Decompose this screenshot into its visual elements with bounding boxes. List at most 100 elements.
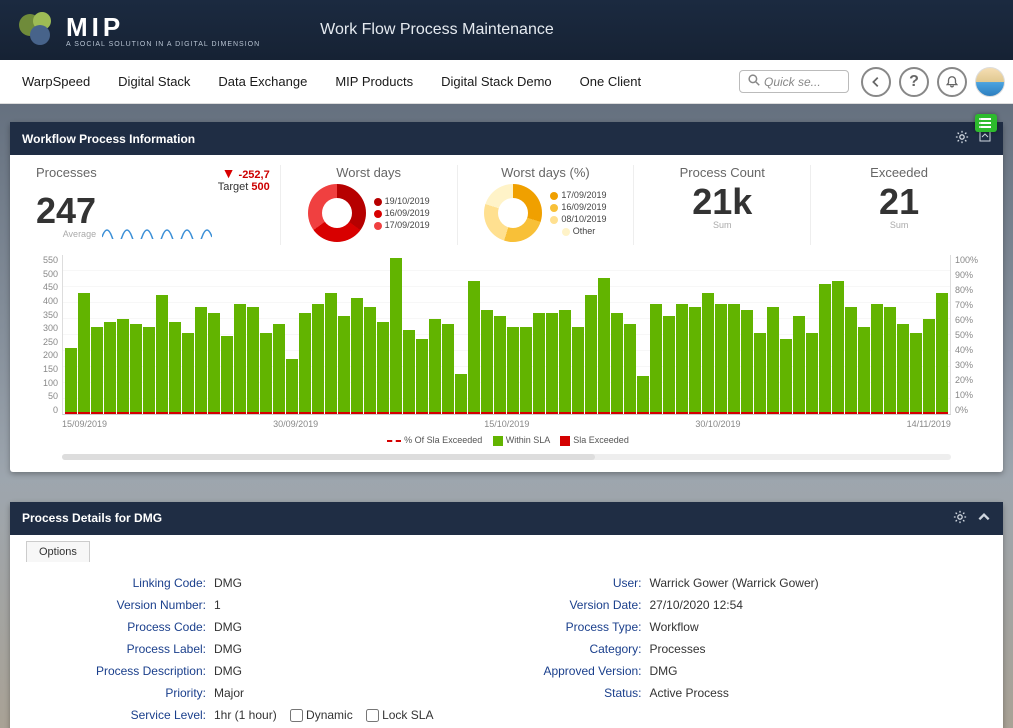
nav-link[interactable]: WarpSpeed xyxy=(8,62,104,101)
bar[interactable] xyxy=(91,327,103,414)
ytick: 70% xyxy=(955,300,987,310)
avatar[interactable] xyxy=(975,67,1005,97)
bar[interactable] xyxy=(533,313,545,414)
bar[interactable] xyxy=(624,324,636,414)
bar[interactable] xyxy=(234,304,246,414)
bar[interactable] xyxy=(364,307,376,414)
bar[interactable] xyxy=(143,327,155,414)
bar[interactable] xyxy=(494,316,506,414)
bar[interactable] xyxy=(910,333,922,414)
bar[interactable] xyxy=(156,295,168,414)
bar[interactable] xyxy=(481,310,493,414)
notifications-button[interactable] xyxy=(937,67,967,97)
bar[interactable] xyxy=(728,304,740,414)
bar[interactable] xyxy=(468,281,480,414)
bar[interactable] xyxy=(195,307,207,414)
nav-link[interactable]: MIP Products xyxy=(321,62,427,101)
bar[interactable] xyxy=(260,333,272,414)
nav-link[interactable]: One Client xyxy=(566,62,655,101)
bar[interactable] xyxy=(611,313,623,414)
bar[interactable] xyxy=(754,333,766,414)
bar[interactable] xyxy=(65,348,77,414)
collapse-icon[interactable] xyxy=(977,510,991,527)
bar[interactable] xyxy=(806,333,818,414)
kpi-processes-value: 247 xyxy=(36,193,96,229)
bar[interactable] xyxy=(78,293,90,414)
dynamic-checkbox[interactable] xyxy=(290,709,303,722)
bar[interactable] xyxy=(897,324,909,414)
nav-link[interactable]: Data Exchange xyxy=(204,62,321,101)
bar[interactable] xyxy=(377,322,389,415)
bar[interactable] xyxy=(780,339,792,414)
lbl-user: User: xyxy=(522,576,642,590)
bar[interactable] xyxy=(663,316,675,414)
bar[interactable] xyxy=(923,319,935,414)
kpi-process-count: Process Count 21k Sum xyxy=(634,165,811,245)
bar[interactable] xyxy=(858,327,870,414)
panel-list-toggle[interactable] xyxy=(975,114,997,132)
bar[interactable] xyxy=(338,316,350,414)
search-input[interactable]: Quick se... xyxy=(739,70,849,93)
bar[interactable] xyxy=(169,322,181,415)
ytick: 400 xyxy=(26,296,58,306)
bar[interactable] xyxy=(767,307,779,414)
bar[interactable] xyxy=(351,298,363,414)
bar[interactable] xyxy=(845,307,857,414)
bar[interactable] xyxy=(312,304,324,414)
bar[interactable] xyxy=(455,374,467,414)
bar-exceeded xyxy=(819,412,831,414)
bar[interactable] xyxy=(936,293,948,414)
lock-sla-checkbox[interactable] xyxy=(366,709,379,722)
bar-exceeded xyxy=(936,412,948,414)
bar[interactable] xyxy=(585,295,597,414)
bar[interactable] xyxy=(689,307,701,414)
bar[interactable] xyxy=(442,324,454,414)
kpi-worst-days: Worst days 19/10/201916/09/201917/09/201… xyxy=(281,165,458,245)
bar[interactable] xyxy=(702,293,714,414)
bar-exceeded xyxy=(273,412,285,414)
bar[interactable] xyxy=(273,324,285,414)
bar[interactable] xyxy=(884,307,896,414)
options-tab[interactable]: Options xyxy=(26,541,90,562)
bar[interactable] xyxy=(117,319,129,414)
bar[interactable] xyxy=(598,278,610,414)
bar[interactable] xyxy=(403,330,415,414)
bar[interactable] xyxy=(741,310,753,414)
bar[interactable] xyxy=(507,327,519,414)
nav-link[interactable]: Digital Stack Demo xyxy=(427,62,566,101)
bar[interactable] xyxy=(429,319,441,414)
bar[interactable] xyxy=(130,324,142,414)
bar[interactable] xyxy=(650,304,662,414)
chart-scrollbar[interactable] xyxy=(62,454,951,460)
bar[interactable] xyxy=(286,359,298,414)
legend-item: 19/10/2019 xyxy=(374,196,430,206)
bar[interactable] xyxy=(182,333,194,414)
bar[interactable] xyxy=(520,327,532,414)
bar[interactable] xyxy=(871,304,883,414)
expand-icon[interactable] xyxy=(979,130,991,147)
bar[interactable] xyxy=(793,316,805,414)
chart-plot[interactable] xyxy=(62,255,951,415)
bar[interactable] xyxy=(416,339,428,414)
help-button[interactable]: ? xyxy=(899,67,929,97)
bar[interactable] xyxy=(559,310,571,414)
bar[interactable] xyxy=(637,376,649,414)
bar[interactable] xyxy=(546,313,558,414)
bar[interactable] xyxy=(221,336,233,414)
legend-dot-icon xyxy=(562,228,570,236)
bar[interactable] xyxy=(572,327,584,414)
bar[interactable] xyxy=(676,304,688,414)
bar[interactable] xyxy=(832,281,844,414)
bar[interactable] xyxy=(715,304,727,414)
bar[interactable] xyxy=(299,313,311,414)
bar[interactable] xyxy=(104,322,116,415)
nav-link[interactable]: Digital Stack xyxy=(104,62,204,101)
bar[interactable] xyxy=(819,284,831,414)
back-button[interactable] xyxy=(861,67,891,97)
bar[interactable] xyxy=(325,293,337,414)
gear-icon[interactable] xyxy=(955,130,969,147)
bar[interactable] xyxy=(208,313,220,414)
gear-icon[interactable] xyxy=(953,510,967,527)
bar[interactable] xyxy=(390,258,402,414)
bar[interactable] xyxy=(247,307,259,414)
